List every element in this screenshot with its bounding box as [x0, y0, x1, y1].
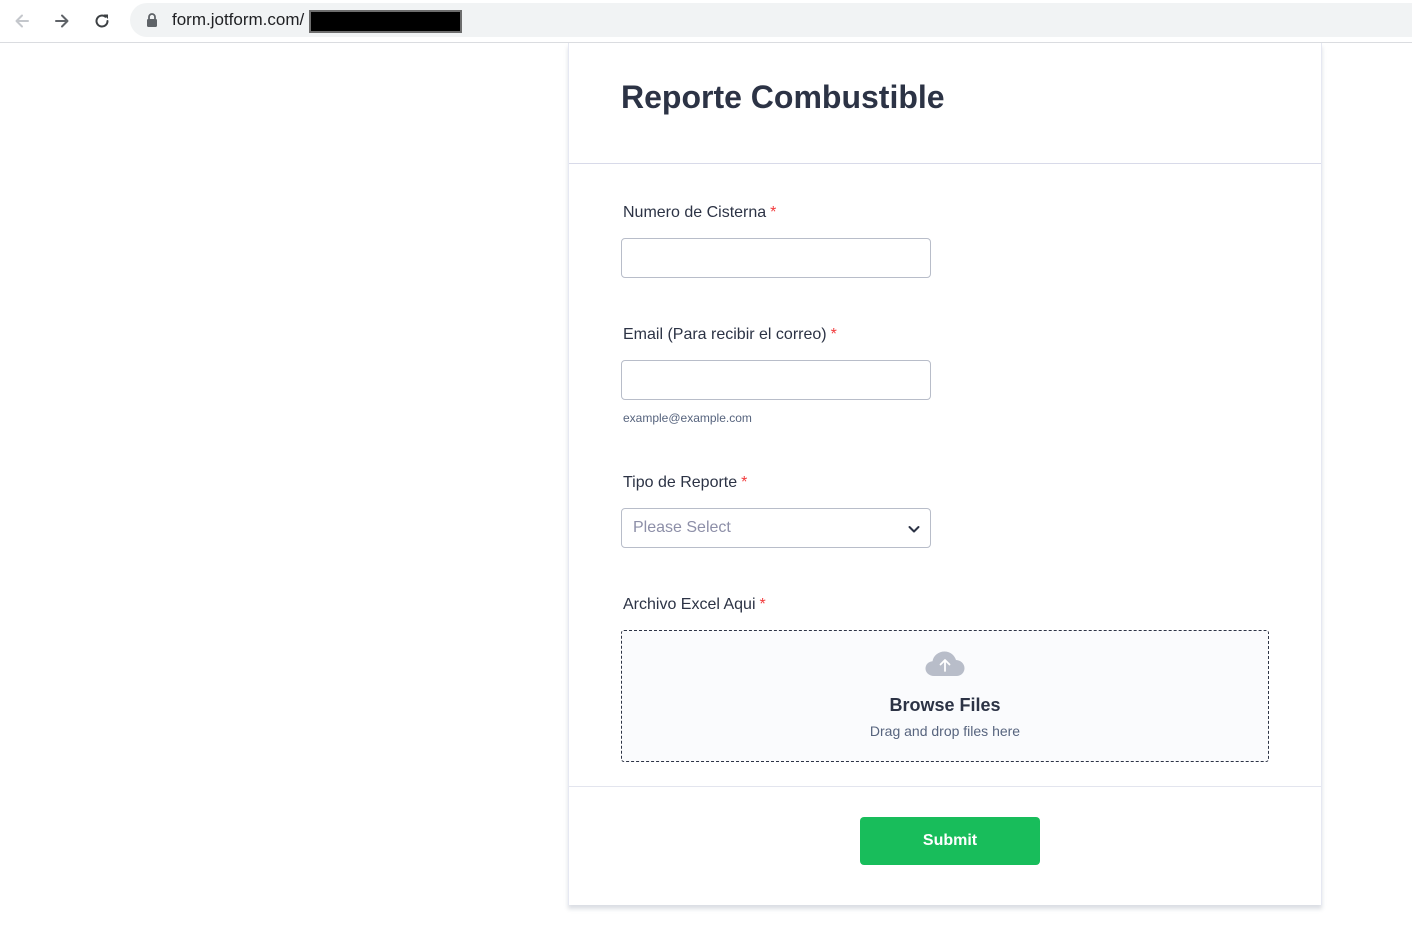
required-asterisk: *: [759, 596, 766, 613]
chevron-down-icon: [908, 526, 920, 533]
tipo-reporte-label-text: Tipo de Reporte: [623, 474, 738, 491]
reload-icon: [95, 14, 109, 28]
email-input[interactable]: [621, 360, 931, 400]
email-label-text: Email (Para recibir el correo): [623, 326, 827, 343]
lock-icon: [147, 13, 157, 27]
submit-button[interactable]: Submit: [860, 817, 1040, 865]
browser-toolbar: form.jotform.com/: [0, 0, 1412, 43]
archivo-label-text: Archivo Excel Aqui: [623, 596, 756, 613]
address-bar[interactable]: form.jotform.com/: [130, 3, 1412, 37]
tipo-reporte-label: Tipo de Reporte *: [623, 474, 747, 492]
browse-files-label: Browse Files: [889, 695, 1001, 715]
tipo-reporte-select[interactable]: Please Select: [621, 508, 931, 548]
form-title: Reporte Combustible: [621, 79, 945, 115]
select-placeholder: Please Select: [633, 519, 731, 536]
forward-button[interactable]: [48, 7, 76, 35]
archivo-label: Archivo Excel Aqui *: [623, 596, 766, 614]
email-sublabel: example@example.com: [623, 411, 752, 425]
back-arrow-icon: [15, 14, 29, 28]
cloud-upload-icon: [925, 651, 965, 676]
drag-drop-hint: Drag and drop files here: [869, 723, 1021, 739]
header-divider: [569, 163, 1321, 164]
footer-divider: [569, 786, 1321, 787]
required-asterisk: *: [830, 326, 837, 343]
cisterna-input[interactable]: [621, 238, 931, 278]
url-text: form.jotform.com/: [172, 10, 305, 29]
file-upload-dropzone[interactable]: Browse Files Drag and drop files here: [621, 630, 1269, 762]
form-card: Reporte Combustible Numero de Cisterna * …: [568, 43, 1322, 905]
cisterna-label: Numero de Cisterna *: [623, 204, 776, 222]
url-redaction: [309, 10, 462, 33]
required-asterisk: *: [770, 204, 777, 221]
cisterna-label-text: Numero de Cisterna: [623, 204, 767, 221]
required-asterisk: *: [741, 474, 748, 491]
email-label: Email (Para recibir el correo) *: [623, 326, 837, 344]
back-button[interactable]: [8, 7, 36, 35]
forward-arrow-icon: [55, 14, 69, 28]
reload-button[interactable]: [88, 7, 116, 35]
